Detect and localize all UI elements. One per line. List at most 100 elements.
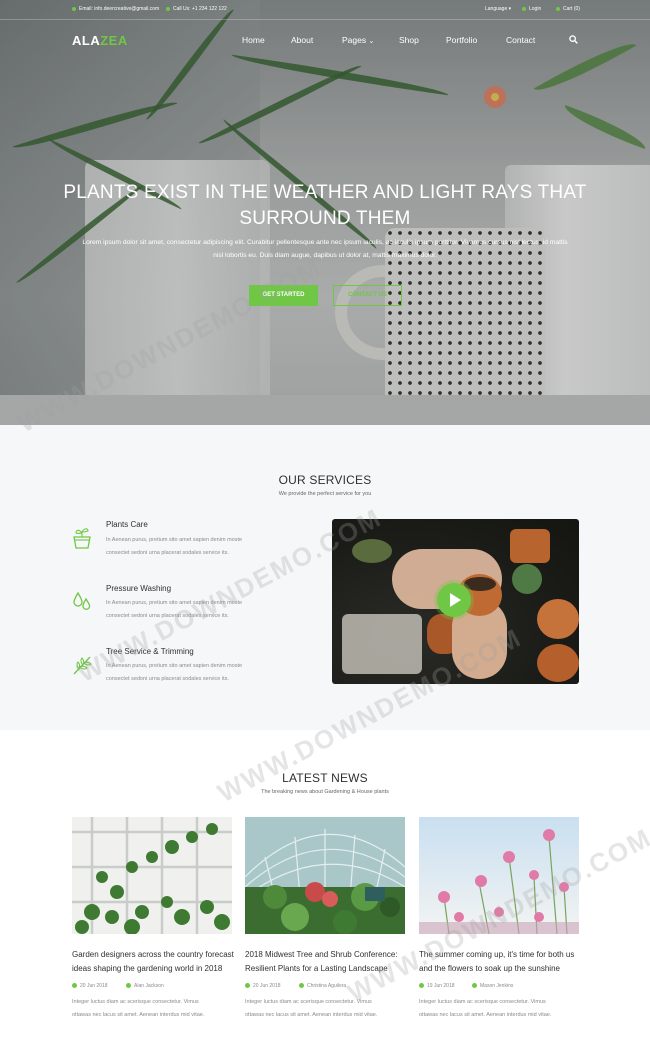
cart-icon [556, 6, 560, 11]
flowers-image [419, 817, 579, 934]
news-post-meta: Alan Jackson [126, 983, 164, 989]
phone-icon [166, 6, 170, 11]
news-post-date: 20 Jun 2018 [253, 983, 281, 989]
news-post-title-line1: 2018 Midwest Tree and Shrub Conference: [245, 950, 398, 959]
search-icon[interactable] [569, 35, 578, 44]
video-succulent [352, 539, 392, 563]
language-label: Language [485, 6, 508, 12]
top-bar: Email: info.deercreative@gmail.com Call … [0, 0, 650, 20]
nav-home[interactable]: Home [242, 35, 265, 45]
service-title: Plants Care [106, 520, 148, 529]
greenhouse-image [245, 817, 405, 934]
water-drops-icon [73, 591, 91, 610]
services-title: OUR SERVICES [278, 473, 372, 487]
news-post-title-line2: and the flowers to soak up the sunshine [419, 964, 560, 973]
news-post-meta: Christina Aguilera [299, 983, 346, 989]
news-post-meta: 19 Jun 2018 [419, 983, 455, 989]
news-post-date: 19 Jun 2018 [427, 983, 455, 989]
nav-about[interactable]: About [291, 35, 313, 45]
news-post-excerpt-line1: Integer luctus diam ac scerisque consect… [72, 999, 199, 1005]
news-post-meta: 20 Jun 2018 [72, 983, 108, 989]
news-post-excerpt: Integer luctus diam ac scerisque consect… [419, 996, 579, 1021]
news-post-title[interactable]: Garden designers across the country fore… [72, 948, 237, 976]
contact-us-button[interactable]: CONTACT US [333, 285, 402, 306]
hero-title-line2: SURROUND THEM [239, 208, 411, 229]
nav-contact[interactable]: Contact [506, 35, 535, 45]
video-terracotta-pot [510, 529, 550, 563]
hero-description: Lorem ipsum dolor sit amet, consectetur … [70, 236, 580, 262]
cart-label: Cart (0) [563, 6, 580, 12]
brand-logo[interactable]: ALAZEA [72, 33, 128, 48]
hero-title-line1: PLANTS EXIST IN THE WEATHER AND LIGHT RA… [63, 182, 587, 203]
news-post-meta: 20 Jun 2018 [245, 983, 281, 989]
services-subtitle: We provide the perfect service for you [278, 491, 372, 497]
hero-description-line1: Lorem ipsum dolor sit amet, consectetur … [82, 239, 568, 246]
news-post-image[interactable] [419, 817, 579, 934]
video-succulent [512, 564, 542, 594]
video-terracotta-pot [537, 599, 579, 639]
chevron-down-icon: ▾ [508, 6, 512, 12]
video-play-button[interactable] [437, 583, 471, 617]
clock-icon [419, 983, 424, 989]
chevron-down-icon: ⌄ [368, 38, 375, 45]
news-post-excerpt-line2: ottawas nec lacus sit amet. Aenean inter… [245, 1011, 378, 1018]
news-title: LATEST NEWS [282, 771, 368, 785]
language-dropdown[interactable]: Language ▾ [485, 6, 511, 12]
user-icon [126, 983, 131, 989]
topbar-email-text: Email: info.deercreative@gmail.com [79, 6, 160, 12]
login-label: Login [529, 6, 542, 12]
news-post-image[interactable] [72, 817, 232, 934]
nav-portfolio[interactable]: Portfolio [446, 35, 477, 45]
brand-logo-part2: ZEA [100, 33, 128, 48]
nav-shop[interactable]: Shop [399, 35, 419, 45]
service-title: Tree Service & Trimming [106, 647, 194, 656]
login-link[interactable]: Login [522, 6, 541, 12]
news-post-author[interactable]: Christina Aguilera [307, 983, 346, 989]
news-post-title[interactable]: The summer coming up, it's time for both… [419, 948, 584, 976]
clock-icon [245, 983, 250, 989]
plant-pot-icon [73, 528, 91, 549]
service-title: Pressure Washing [106, 584, 172, 593]
leaf-branch-icon [73, 656, 92, 675]
news-post-image[interactable] [245, 817, 405, 934]
news-post-date: 20 Jun 2018 [80, 983, 108, 989]
news-post-title-line1: The summer coming up, it's time for both… [419, 950, 575, 959]
cart-link[interactable]: Cart (0) [556, 6, 580, 12]
news-post-excerpt-line1: Integer luctus diam ac scerisque consect… [419, 999, 546, 1005]
mail-icon [72, 6, 76, 11]
user-icon [299, 983, 304, 989]
trellis-image [72, 817, 232, 934]
service-text: In Aenean purus, pretium sito amet sapie… [106, 534, 276, 559]
topbar-email[interactable]: Email: info.deercreative@gmail.com [72, 6, 159, 12]
news-subtitle: The breaking news about Gardening & Hous… [261, 789, 389, 795]
brand-logo-part1: ALA [72, 33, 101, 48]
video-terracotta-pot [537, 644, 579, 682]
news-post-title-line1: Garden designers across the country fore… [72, 950, 234, 959]
news-post-excerpt-line2: ottawas nec lacus sit amet. Aenean inter… [72, 1011, 205, 1018]
hero-description-line2: nisl lobortis eu. Duis diam augue, dapib… [213, 252, 437, 259]
service-text-line2: consectet sedoni urna placerat sodales s… [106, 612, 229, 619]
service-text-line2: consectet sedoni urna placerat sodales s… [106, 675, 229, 682]
news-post-meta: Mason Jenkins [472, 983, 513, 989]
news-post-excerpt-line1: Integer luctus diam ac scerisque consect… [245, 999, 372, 1005]
user-icon [472, 983, 477, 989]
news-post-excerpt: Integer luctus diam ac scerisque consect… [245, 996, 405, 1021]
news-post-title-line2: ideas shaping the gardening world in 201… [72, 964, 223, 973]
service-text-line1: In Aenean purus, pretium sito amet sapie… [106, 663, 243, 669]
service-text-line2: consectet sedoni urna placerat sodales s… [106, 549, 229, 556]
topbar-phone-text: Call Us: +1 234 122 122 [173, 6, 227, 12]
get-started-button[interactable]: GET STARTED [249, 285, 318, 306]
news-post-author[interactable]: Mason Jenkins [480, 983, 513, 989]
news-post-excerpt-line2: ottawas nec lacus sit amet. Aenean inter… [419, 1011, 552, 1018]
topbar-phone[interactable]: Call Us: +1 234 122 122 [166, 6, 227, 12]
video-soil [464, 577, 496, 591]
video-white-paper [342, 614, 422, 674]
news-post-title[interactable]: 2018 Midwest Tree and Shrub Conference: … [245, 948, 410, 976]
service-text: In Aenean purus, pretium sito amet sapie… [106, 660, 276, 685]
service-text: In Aenean purus, pretium sito amet sapie… [106, 597, 276, 622]
nav-pages-label: Pages [342, 35, 367, 45]
news-post-author[interactable]: Alan Jackson [134, 983, 164, 989]
news-post-title-line2: Resilient Plants for a Lasting Landscape [245, 964, 388, 973]
nav-pages[interactable]: Pages ⌄ [342, 35, 374, 45]
service-text-line1: In Aenean purus, pretium sito amet sapie… [106, 600, 243, 606]
